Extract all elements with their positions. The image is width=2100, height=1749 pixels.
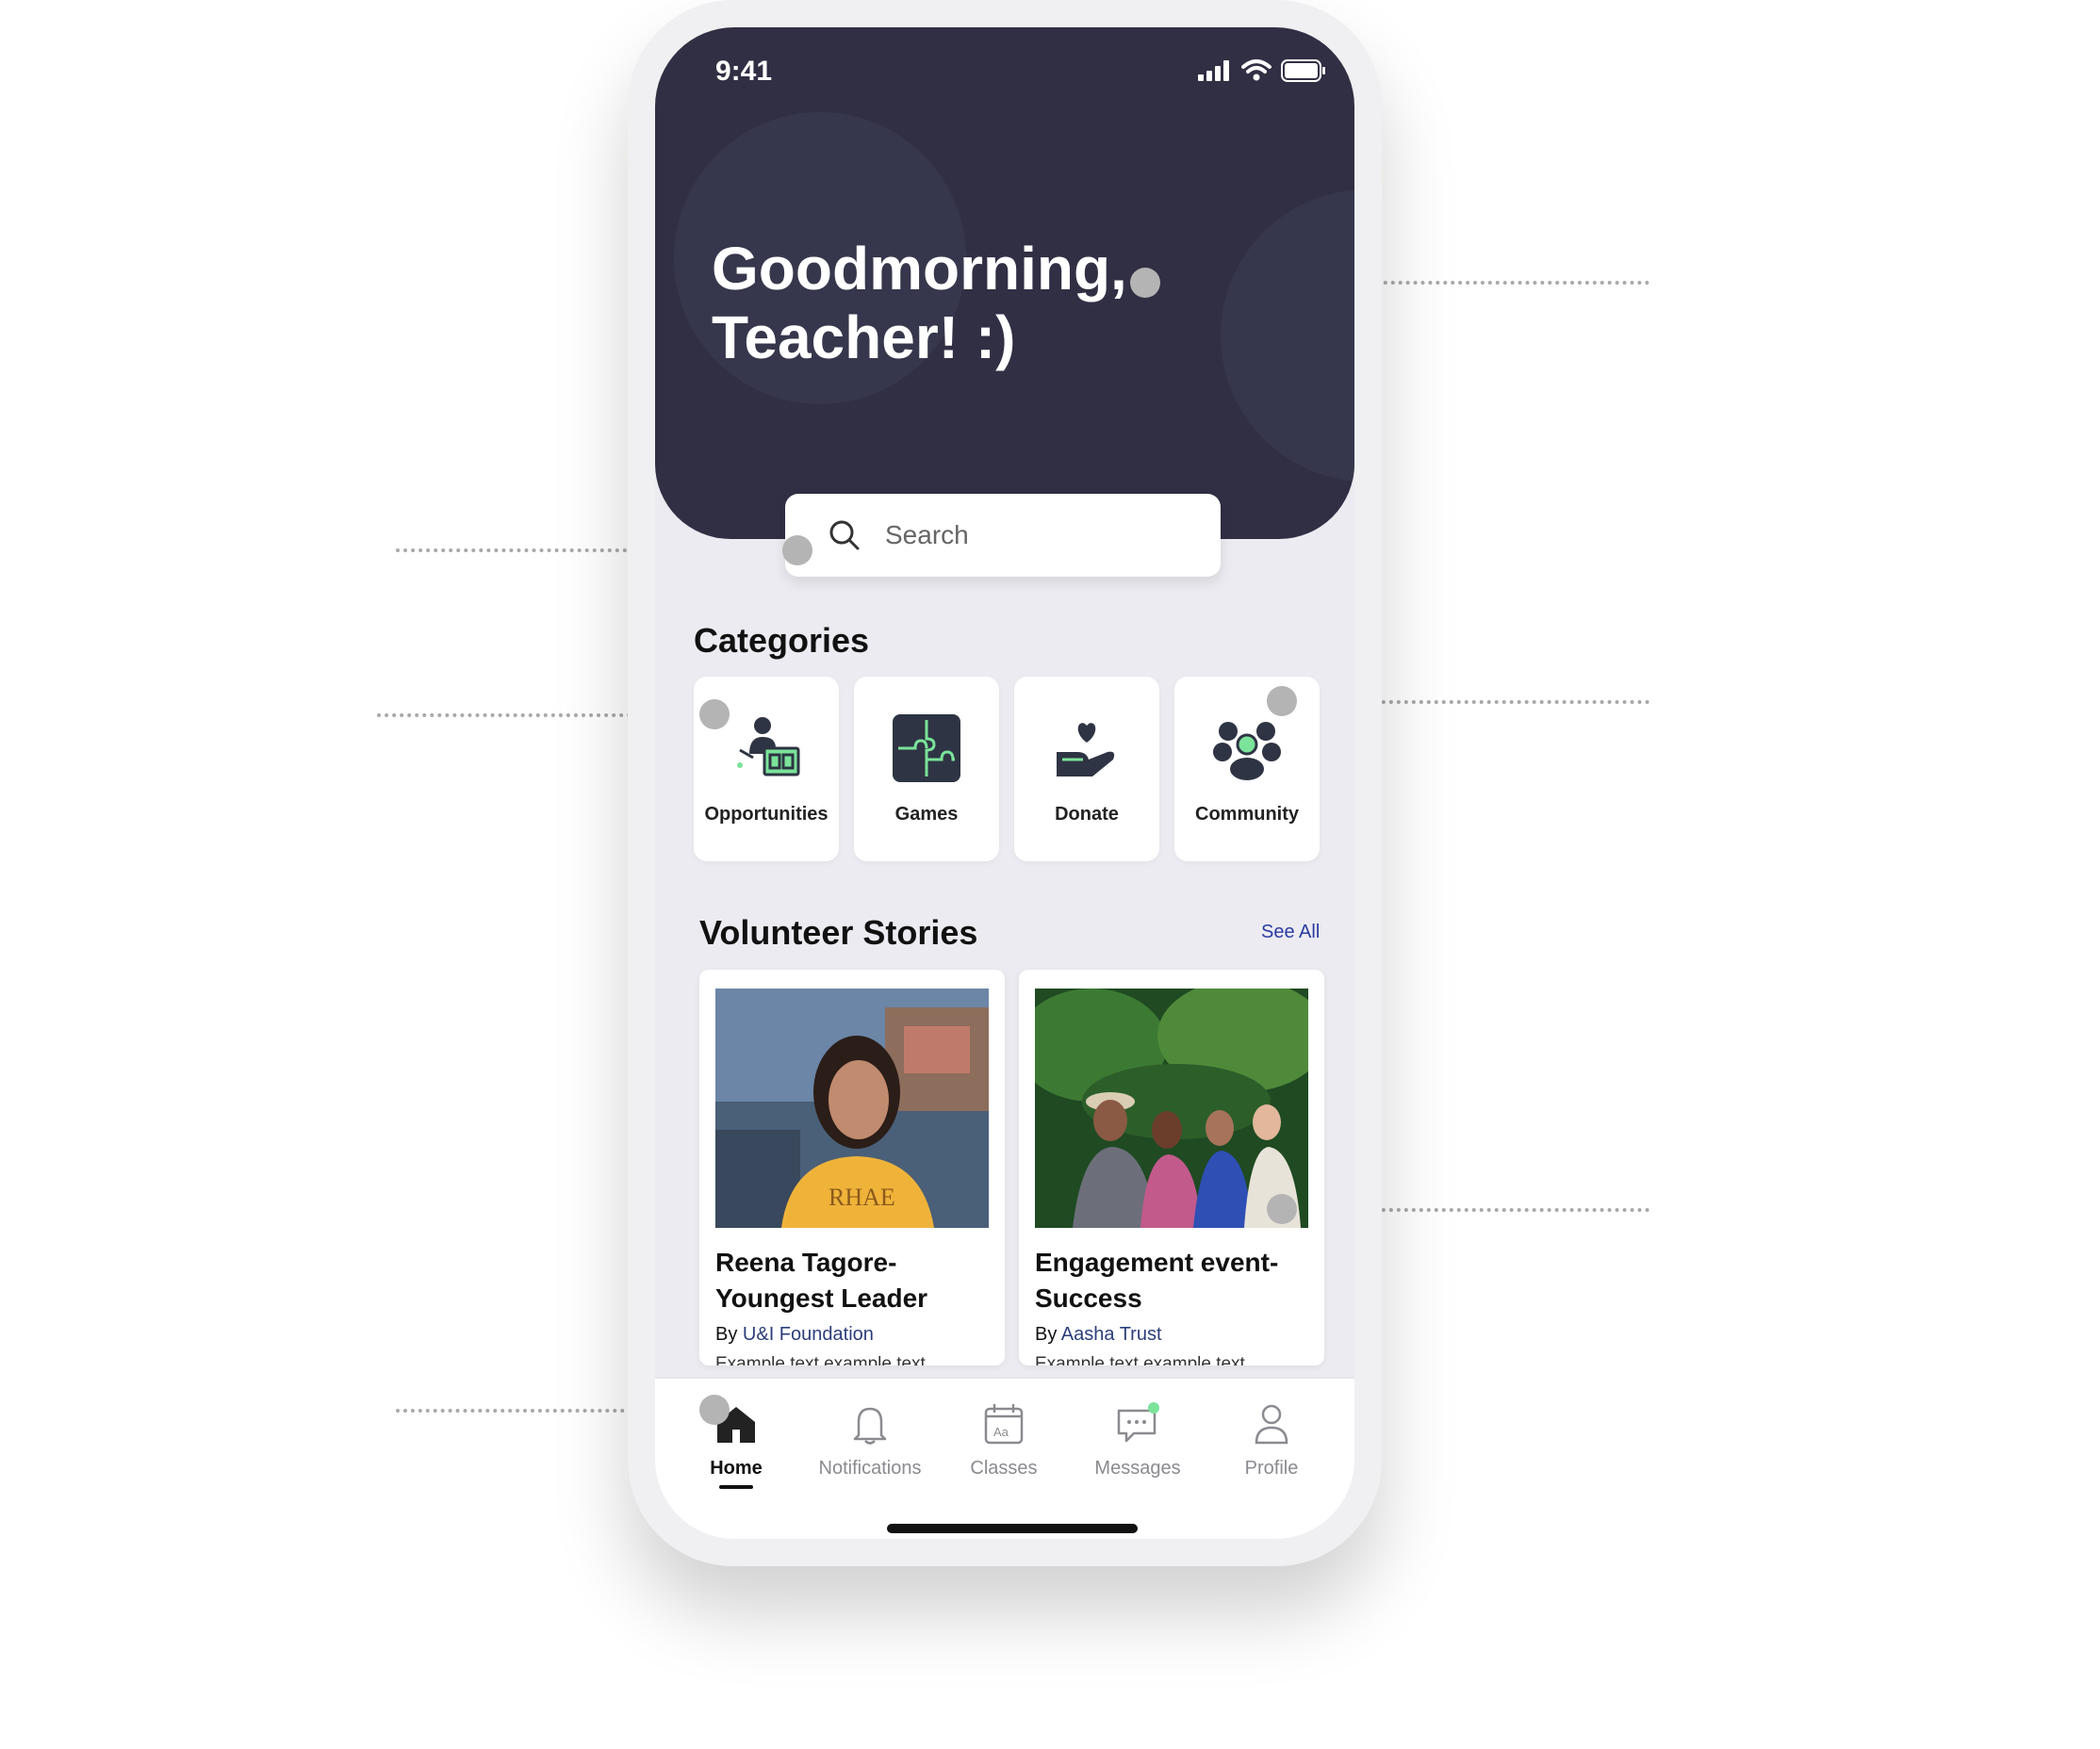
battery-icon	[1281, 59, 1325, 82]
category-donate[interactable]: Donate	[1014, 677, 1159, 861]
teacher-board-icon	[737, 717, 800, 776]
decor-circle	[1221, 189, 1354, 482]
tab-label: Messages	[1094, 1458, 1181, 1479]
category-games[interactable]: Games	[854, 677, 999, 861]
story-title: Reena Tagore- Youngest Leader	[715, 1248, 928, 1313]
greeting: Goodmorning, Teacher! :)	[712, 235, 1127, 372]
search-input[interactable]	[883, 519, 1189, 551]
callout-dot-stories	[1267, 1194, 1297, 1224]
categories-row: Opportunities Games Donate Community	[694, 677, 1320, 861]
wifi-icon	[1241, 59, 1271, 81]
tab-label: Home	[710, 1458, 763, 1479]
category-label: Donate	[1055, 804, 1119, 825]
hand-heart-icon	[1057, 723, 1115, 776]
story-card[interactable]: Engagement event- Success By Aasha Trust…	[1019, 970, 1324, 1365]
story-photo: RHAE	[715, 989, 989, 1228]
search-icon	[829, 520, 860, 550]
signal-icon	[1198, 60, 1229, 81]
callout-dot-categories-right	[1267, 686, 1297, 716]
greeting-line-2: Teacher! :)	[712, 303, 1016, 371]
tab-classes[interactable]: Aa Classes	[943, 1401, 1065, 1479]
callout-dot-tabbar	[699, 1395, 730, 1425]
group-icon	[1213, 722, 1281, 780]
chat-icon	[1117, 1402, 1159, 1443]
story-card[interactable]: RHAE Reena Tagore- Youngest Leader By U&…	[699, 970, 1005, 1365]
status-time: 9:41	[715, 56, 773, 87]
tab-label: Notifications	[818, 1458, 922, 1479]
svg-text:RHAE: RHAE	[829, 1184, 895, 1211]
tab-notifications[interactable]: Notifications	[809, 1401, 931, 1479]
user-icon	[1255, 1404, 1288, 1445]
bell-icon	[853, 1407, 887, 1445]
callout-dot-categories-left	[699, 699, 730, 729]
story-byline: By U&I Foundation	[715, 1324, 874, 1345]
tab-profile[interactable]: Profile	[1210, 1401, 1333, 1479]
home-indicator	[887, 1524, 1138, 1533]
categories-title: Categories	[694, 621, 870, 660]
callout-dot-search	[782, 535, 812, 565]
header: 9:41 Goodmorning, Teacher!:)	[655, 27, 1354, 539]
story-org[interactable]: Aasha Trust	[1061, 1324, 1162, 1345]
see-all-link[interactable]: See All	[1261, 922, 1320, 943]
phone-frame: 9:41 Goodmorning, Teacher!:) Search Cat…	[628, 0, 1382, 1566]
svg-text:Aa: Aa	[993, 1425, 1009, 1439]
category-label: Opportunities	[704, 804, 829, 825]
tab-bar: Home Notifications Aa Classes Messages P…	[655, 1377, 1354, 1539]
tab-label: Profile	[1244, 1458, 1299, 1479]
tab-messages[interactable]: Messages	[1076, 1401, 1199, 1479]
app-screen: 9:41 Goodmorning, Teacher!:) Search Cat…	[655, 27, 1354, 1539]
volunteer-stories-title: Volunteer Stories	[699, 913, 978, 952]
story-org[interactable]: U&I Foundation	[743, 1324, 874, 1345]
story-description: Example text example text	[715, 1354, 926, 1365]
status-icons	[1198, 59, 1326, 82]
story-title: Engagement event- Success	[1035, 1248, 1279, 1313]
greeting-line-1: Goodmorning,	[712, 235, 1127, 302]
active-tab-indicator	[719, 1485, 753, 1489]
story-photo	[1035, 989, 1308, 1228]
calendar-icon: Aa	[984, 1404, 1024, 1445]
tab-home[interactable]: Home	[675, 1401, 797, 1489]
story-description: Example text example text	[1035, 1354, 1245, 1365]
category-community[interactable]: Community	[1174, 677, 1320, 861]
tab-label: Classes	[970, 1458, 1038, 1479]
story-byline: By Aasha Trust	[1035, 1324, 1162, 1345]
callout-dot-greeting	[1130, 268, 1160, 298]
category-label: Games	[894, 804, 959, 825]
category-label: Community	[1195, 804, 1299, 825]
search-bar[interactable]	[785, 494, 1221, 577]
puzzle-icon	[893, 714, 960, 782]
